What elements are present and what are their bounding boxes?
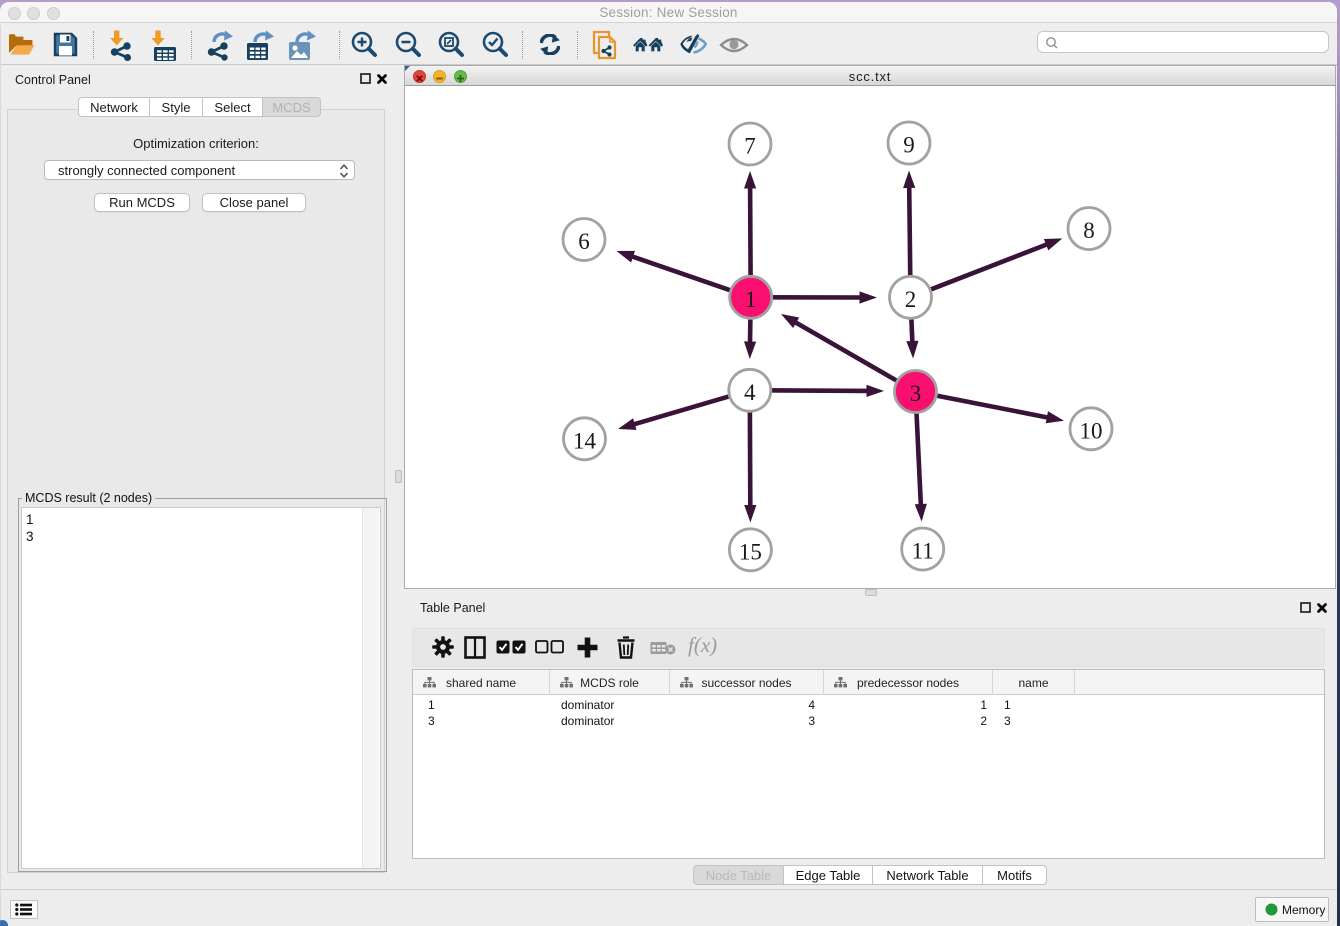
- svg-text:10: 10: [1080, 418, 1103, 443]
- svg-text:4: 4: [744, 380, 756, 405]
- svg-text:9: 9: [903, 133, 915, 158]
- svg-text:6: 6: [578, 229, 590, 254]
- svg-text:1: 1: [745, 287, 757, 312]
- svg-text:14: 14: [573, 428, 597, 453]
- svg-text:11: 11: [912, 539, 934, 564]
- svg-text:2: 2: [905, 287, 917, 312]
- svg-text:7: 7: [744, 134, 756, 159]
- svg-text:3: 3: [910, 381, 922, 406]
- svg-text:15: 15: [739, 539, 762, 564]
- svg-text:8: 8: [1083, 218, 1095, 243]
